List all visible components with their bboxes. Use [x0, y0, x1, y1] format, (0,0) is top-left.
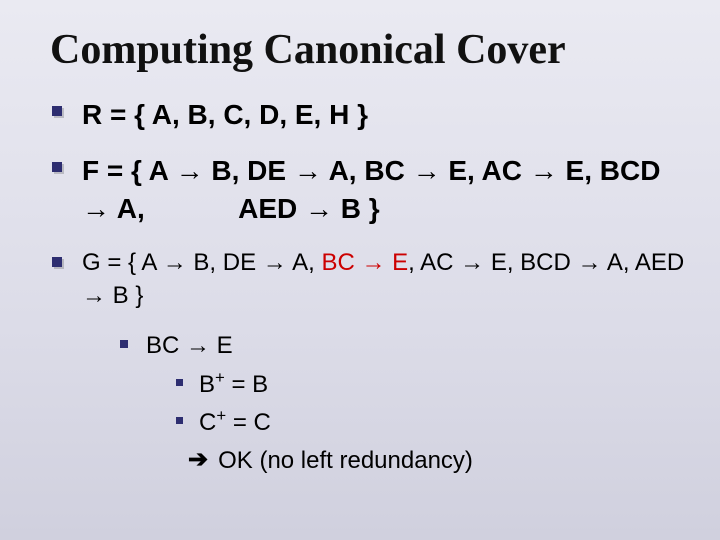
bullet-conclusion: ➔ OK (no left redundancy) — [188, 445, 690, 477]
text-bc-e: BC → E — [146, 330, 233, 362]
text-f: F = { A → B, DE → A, BC → E, AC → E, BCD… — [82, 152, 690, 228]
text-c-plus: C+ = C — [199, 407, 271, 439]
bullet-r: R = { A, B, C, D, E, H } — [52, 96, 690, 134]
bullet-icon — [176, 417, 183, 424]
text-r: R = { A, B, C, D, E, H } — [82, 96, 368, 134]
bullet-g: G = { A → B, DE → A, BC → E, AC → E, BCD… — [52, 247, 690, 312]
slide-title: Computing Canonical Cover — [50, 26, 690, 74]
arrow-icon: ➔ — [188, 445, 208, 474]
text-g-red: BC → E — [321, 249, 408, 276]
text-f-line2: AED → B } — [238, 193, 380, 224]
bullet-icon — [52, 257, 62, 267]
text-g-p1: G = { A → B, DE → A, — [82, 249, 321, 276]
text-g: G = { A → B, DE → A, BC → E, AC → E, BCD… — [82, 247, 690, 312]
bullet-icon — [52, 106, 62, 116]
bullet-icon — [176, 379, 183, 386]
bullet-bc-e: BC → E — [120, 330, 690, 362]
bullet-c-plus: C+ = C — [176, 407, 690, 439]
slide-root: Computing Canonical Cover R = { A, B, C,… — [0, 0, 720, 540]
bullet-f: F = { A → B, DE → A, BC → E, AC → E, BCD… — [52, 152, 690, 228]
bullet-icon — [120, 340, 128, 348]
bullet-b-plus: B+ = B — [176, 369, 690, 401]
text-b-plus: B+ = B — [199, 369, 268, 401]
bullet-icon — [52, 162, 62, 172]
text-conclusion: OK (no left redundancy) — [218, 445, 473, 477]
